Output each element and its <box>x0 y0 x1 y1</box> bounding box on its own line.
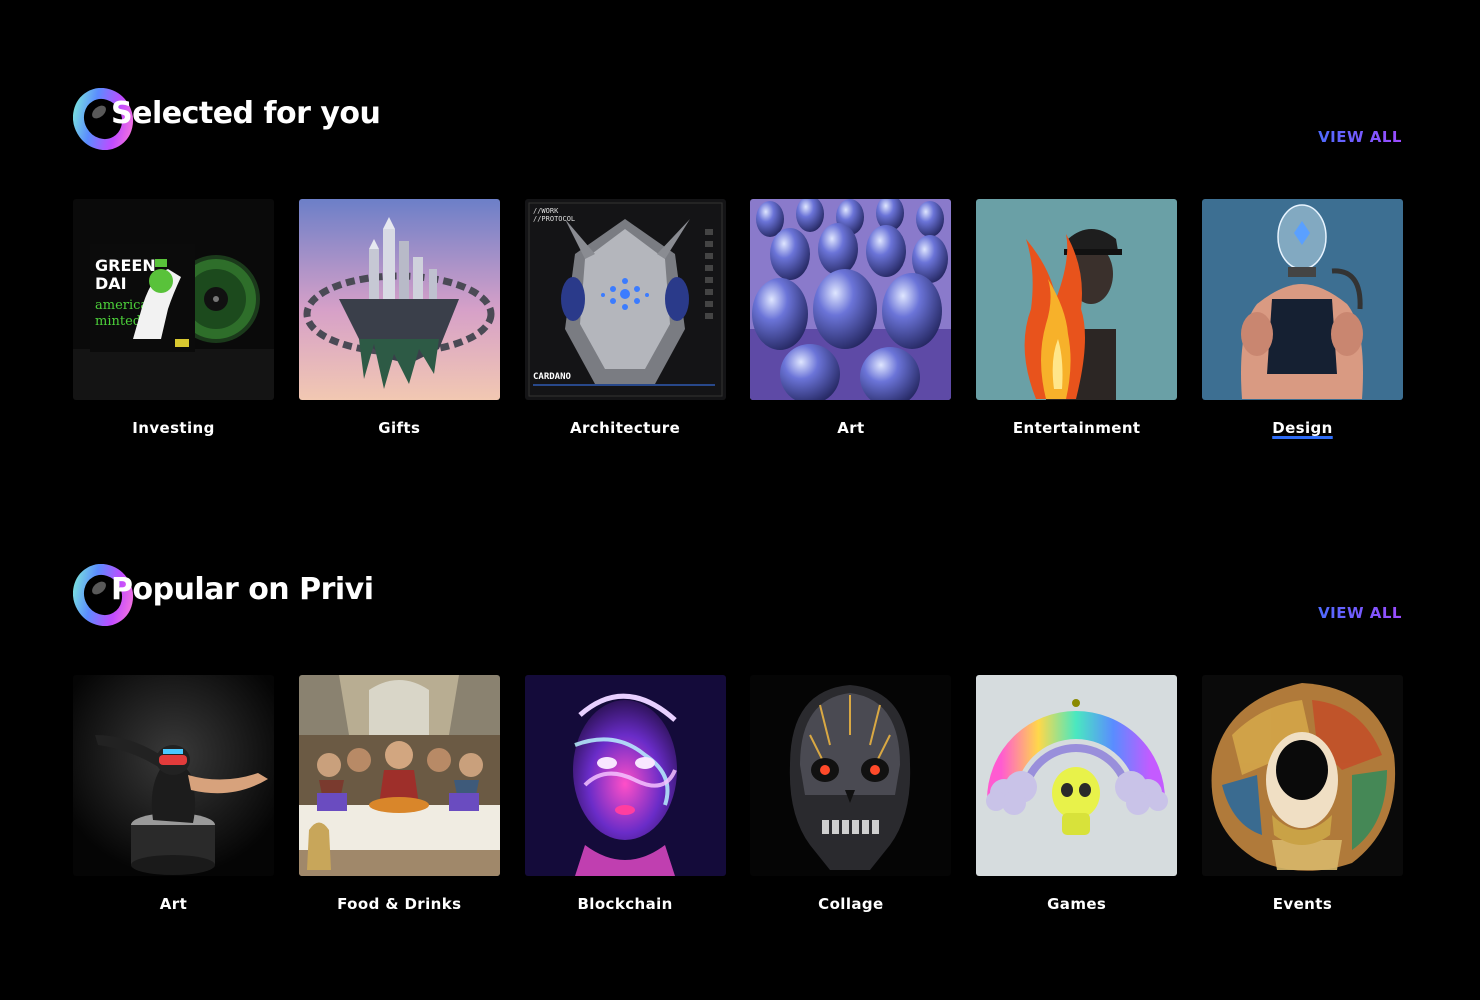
category-label: Art <box>837 419 865 437</box>
category-label: Blockchain <box>577 895 673 913</box>
view-all-link[interactable]: VIEW ALL <box>1318 604 1402 622</box>
section-title: Selected for you <box>111 96 381 131</box>
dancing-astronaut-image <box>73 675 274 876</box>
cyber-skull-image <box>750 675 952 876</box>
category-label: Food & Drinks <box>337 895 462 913</box>
category-card-entertainment[interactable]: Entertainment <box>976 199 1178 437</box>
rainbow-skull-image <box>976 675 1178 876</box>
selected-for-you-section: Selected for you VIEW ALL GREEN DAI amer… <box>73 88 1403 437</box>
album-line2-text: minted <box>95 314 141 329</box>
category-grid: GREEN DAI american minted Investing Gift… <box>73 199 1403 437</box>
mosaic-collage-image <box>1201 675 1403 876</box>
art-caption-text: //PROTOCOL <box>533 215 575 223</box>
category-card-blockchain[interactable]: Blockchain <box>524 675 726 913</box>
category-label: Entertainment <box>1012 419 1141 437</box>
category-card-art[interactable]: Art <box>73 675 274 913</box>
section-header: Selected for you VIEW ALL <box>73 88 1402 158</box>
category-card-gifts[interactable]: Gifts <box>298 199 500 437</box>
floating-castle-image <box>298 199 500 400</box>
cyber-helmet-image: //WORK //PROTOCOL CARDANO <box>524 199 726 400</box>
category-label: Design <box>1272 419 1333 437</box>
art-caption-text: CARDANO <box>533 372 572 382</box>
category-label: Gifts <box>378 419 421 437</box>
burning-figure-image <box>976 199 1178 400</box>
last-supper-image <box>298 675 500 876</box>
glass-head-bodybuilder-image <box>1201 199 1403 400</box>
chrome-heads-image <box>750 199 952 400</box>
category-card-food-drinks[interactable]: Food & Drinks <box>298 675 500 913</box>
category-label: Architecture <box>570 419 681 437</box>
album-subtitle-text: DAI <box>95 274 127 293</box>
category-card-collage[interactable]: Collage <box>750 675 952 913</box>
album-vinyl-image: GREEN DAI american minted <box>73 199 274 400</box>
category-label: Events <box>1272 895 1333 913</box>
category-card-games[interactable]: Games <box>976 675 1178 913</box>
category-card-design[interactable]: Design <box>1201 199 1403 437</box>
category-label: Games <box>1047 895 1107 913</box>
album-title-text: GREEN <box>95 256 156 275</box>
category-grid: Art Food & Drinks Blockchain Collage Gam… <box>73 675 1403 913</box>
category-label: Collage <box>818 895 884 913</box>
category-card-events[interactable]: Events <box>1201 675 1403 913</box>
category-label: Art <box>159 895 188 913</box>
category-card-investing[interactable]: GREEN DAI american minted Investing <box>73 199 274 437</box>
section-header: Popular on Privi VIEW ALL <box>73 564 1402 634</box>
category-card-art[interactable]: Art <box>750 199 952 437</box>
section-title: Popular on Privi <box>111 572 374 607</box>
category-label: Investing <box>132 419 215 437</box>
popular-on-privi-section: Popular on Privi VIEW ALL Art Food & Dri… <box>73 564 1403 913</box>
view-all-link[interactable]: VIEW ALL <box>1318 128 1402 146</box>
art-caption-text: //WORK <box>533 207 559 215</box>
category-card-architecture[interactable]: //WORK //PROTOCOL CARDANO Architecture <box>524 199 726 437</box>
neon-portrait-image <box>524 675 726 876</box>
